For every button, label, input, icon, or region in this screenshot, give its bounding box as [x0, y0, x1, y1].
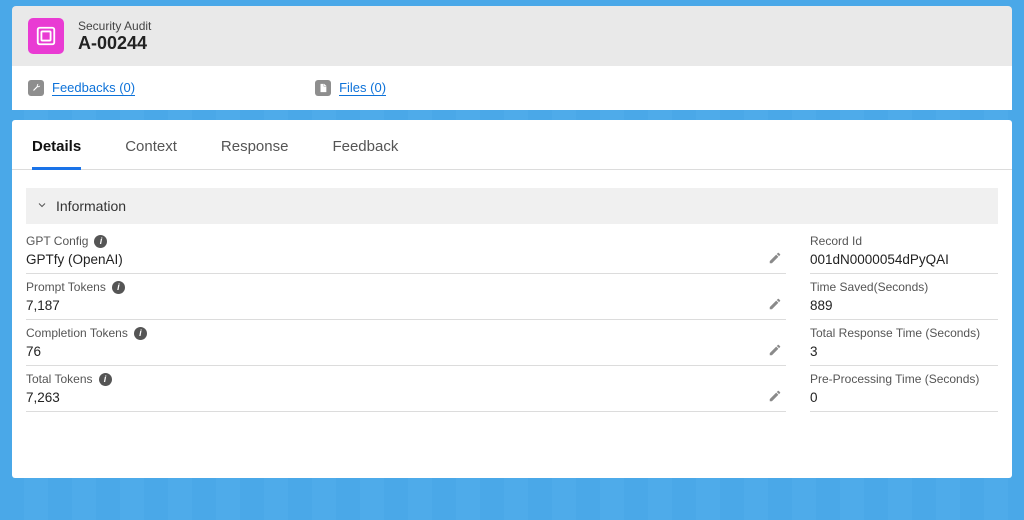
edit-gpt-config[interactable] [768, 251, 782, 265]
files-link[interactable]: Files (0) [339, 80, 386, 96]
layout-icon [35, 25, 57, 47]
related-files[interactable]: Files (0) [315, 80, 386, 96]
field-total-tokens: Total Tokens 7,263 [26, 366, 786, 412]
value-record-id: 001dN0000054dPyQAI [810, 252, 998, 267]
detail-card: Details Context Response Feedback Inform… [12, 120, 1012, 478]
value-total-tokens: 7,263 [26, 390, 786, 405]
value-resp-time: 3 [810, 344, 998, 359]
section-information[interactable]: Information [26, 188, 998, 224]
related-bar: Feedbacks (0) Files (0) [12, 66, 1012, 110]
wrench-icon [28, 80, 44, 96]
field-completion-tokens: Completion Tokens 76 [26, 320, 786, 366]
info-icon[interactable] [112, 281, 125, 294]
field-prompt-tokens: Prompt Tokens 7,187 [26, 274, 786, 320]
pencil-icon [768, 251, 782, 265]
object-label: Security Audit [78, 19, 151, 33]
label-prompt-tokens: Prompt Tokens [26, 280, 106, 294]
chevron-down-icon [36, 198, 48, 214]
section-title: Information [56, 198, 126, 214]
label-time-saved: Time Saved(Seconds) [810, 280, 928, 294]
field-record-id: Record Id 001dN0000054dPyQAI [810, 228, 998, 274]
info-icon[interactable] [99, 373, 112, 386]
record-header: Security Audit A-00244 [12, 6, 1012, 66]
label-total-tokens: Total Tokens [26, 372, 93, 386]
field-resp-time: Total Response Time (Seconds) 3 [810, 320, 998, 366]
field-grid: GPT Config GPTfy (OpenAI) Prompt Tokens … [12, 224, 1012, 412]
info-icon[interactable] [94, 235, 107, 248]
tab-feedback[interactable]: Feedback [332, 138, 398, 169]
field-preproc: Pre-Processing Time (Seconds) 0 [810, 366, 998, 412]
pencil-icon [768, 389, 782, 403]
tab-response[interactable]: Response [221, 138, 289, 169]
tab-details[interactable]: Details [32, 138, 81, 170]
file-icon [315, 80, 331, 96]
info-icon[interactable] [134, 327, 147, 340]
value-completion-tokens: 76 [26, 344, 786, 359]
label-gpt-config: GPT Config [26, 234, 88, 248]
edit-prompt-tokens[interactable] [768, 297, 782, 311]
pencil-icon [768, 343, 782, 357]
record-number: A-00244 [78, 33, 151, 54]
value-preproc: 0 [810, 390, 998, 405]
value-time-saved: 889 [810, 298, 998, 313]
label-preproc: Pre-Processing Time (Seconds) [810, 372, 979, 386]
pencil-icon [768, 297, 782, 311]
label-completion-tokens: Completion Tokens [26, 326, 128, 340]
edit-completion-tokens[interactable] [768, 343, 782, 357]
left-column: GPT Config GPTfy (OpenAI) Prompt Tokens … [26, 228, 786, 412]
label-record-id: Record Id [810, 234, 862, 248]
object-icon [28, 18, 64, 54]
label-resp-time: Total Response Time (Seconds) [810, 326, 980, 340]
value-prompt-tokens: 7,187 [26, 298, 786, 313]
related-feedbacks[interactable]: Feedbacks (0) [28, 80, 135, 96]
value-gpt-config: GPTfy (OpenAI) [26, 252, 786, 267]
feedbacks-link[interactable]: Feedbacks (0) [52, 80, 135, 96]
field-gpt-config: GPT Config GPTfy (OpenAI) [26, 228, 786, 274]
edit-total-tokens[interactable] [768, 389, 782, 403]
field-time-saved: Time Saved(Seconds) 889 [810, 274, 998, 320]
tab-context[interactable]: Context [125, 138, 177, 169]
right-column: Record Id 001dN0000054dPyQAI Time Saved(… [810, 228, 998, 412]
tablist: Details Context Response Feedback [12, 120, 1012, 170]
